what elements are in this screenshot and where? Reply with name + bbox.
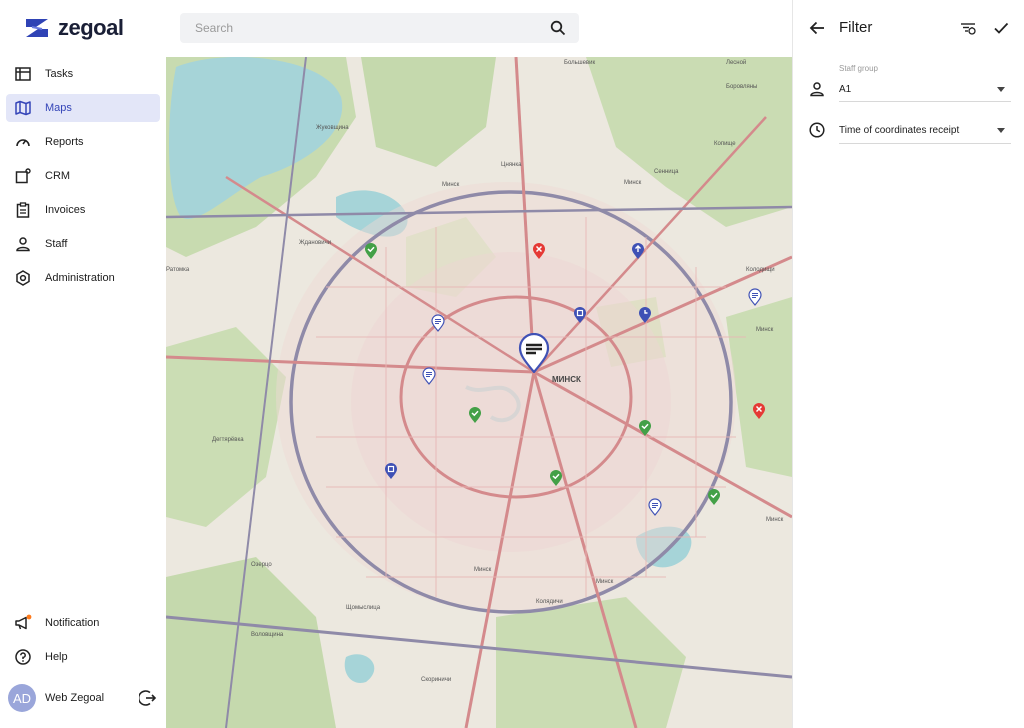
map-label-road-minsk: Минск — [474, 567, 492, 573]
map-label-bolshevik: Большевик — [564, 60, 596, 66]
user-name: Web Zegoal — [45, 692, 105, 704]
sidebar-item-notification[interactable]: Notification — [6, 609, 160, 637]
map-label-tsnyanka: Цнянка — [501, 162, 522, 168]
apply-check-icon[interactable] — [991, 18, 1011, 38]
search-input[interactable]: Search — [195, 21, 543, 35]
sidebar-item-reports[interactable]: Reports — [6, 128, 160, 156]
map-label-kopishche: Копище — [714, 141, 736, 147]
map-marker-done[interactable] — [468, 406, 482, 424]
logo[interactable]: zegoal — [22, 15, 124, 40]
sidebar-item-label: Invoices — [45, 204, 86, 216]
staff-group-select[interactable]: A1 — [839, 84, 851, 95]
map-label-volovshchina: Воловщина — [251, 632, 284, 638]
field-underline — [839, 101, 1011, 102]
logo-text: zegoal — [58, 15, 124, 40]
map-label-shchomyslitsa: Щомыслица — [346, 605, 381, 611]
sidebar-item-tasks[interactable]: Tasks — [6, 60, 160, 88]
bottom-nav: Notification Help — [6, 609, 160, 677]
map-label-ozertso: Озерцо — [251, 562, 272, 568]
map-label-kolodishchi: Колодищи — [746, 267, 775, 273]
map-label-borovlyany: Боровляны — [726, 84, 758, 90]
map-marker-done[interactable] — [549, 469, 563, 487]
gear-icon — [14, 269, 32, 287]
sidebar-item-label: Reports — [45, 136, 84, 148]
map-label-road-minsk: Минск — [756, 327, 774, 333]
sidebar-item-administration[interactable]: Administration — [6, 264, 160, 292]
map-marker-selected[interactable] — [518, 333, 550, 373]
chevron-down-icon[interactable] — [997, 87, 1005, 92]
map-marker-done[interactable] — [707, 488, 721, 506]
top-bar: Search — [166, 0, 792, 57]
zegoal-logo-icon — [26, 19, 48, 37]
map-label-lesnoy: Лесной — [726, 60, 747, 66]
filter-header: Filter — [793, 14, 1024, 42]
time-of-coordinates-field[interactable]: Time of coordinates receipt — [793, 118, 1024, 148]
map-marker-done[interactable] — [364, 242, 378, 260]
map-marker-cancelled[interactable] — [752, 402, 766, 420]
sidebar: zegoal Tasks Maps Reports CRM Invoices S… — [0, 0, 166, 728]
crm-icon — [14, 167, 32, 185]
map-label-degtyarevka: Дегтярёвка — [212, 437, 244, 443]
map-marker-pending[interactable] — [384, 462, 398, 480]
map-marker-message[interactable] — [431, 314, 445, 332]
field-underline — [839, 143, 1011, 144]
map-canvas[interactable] — [166, 57, 792, 728]
sidebar-item-maps[interactable]: Maps — [6, 94, 160, 122]
map-label-ratomka: Ратомка — [166, 267, 190, 273]
map-label-zhukovschina: Жуковщина — [316, 125, 349, 131]
map-marker-cancelled[interactable] — [532, 242, 546, 260]
map-label-skorinichi: Скориничи — [421, 677, 452, 683]
map-marker-message[interactable] — [648, 498, 662, 516]
map-marker-pending[interactable] — [573, 306, 587, 324]
sidebar-item-label: CRM — [45, 170, 71, 182]
map-label-road-minsk: Минск — [766, 517, 784, 523]
map-marker-schedule[interactable] — [638, 306, 652, 324]
sidebar-item-label: Staff — [45, 238, 68, 250]
map-view[interactable]: Лесной Боровляны Большевик Цнянка Сенниц… — [166, 57, 792, 728]
sidebar-item-label: Administration — [45, 272, 115, 284]
person-icon — [808, 80, 826, 98]
map-label-road-minsk: Минск — [442, 182, 460, 188]
sidebar-item-invoices[interactable]: Invoices — [6, 196, 160, 224]
map-marker-message[interactable] — [748, 288, 762, 306]
megaphone-icon — [14, 614, 32, 632]
main-nav: Tasks Maps Reports CRM Invoices Staff Ad… — [6, 60, 160, 298]
person-icon — [14, 235, 32, 253]
map-label-zhdanovichi: Ждановичи — [299, 240, 332, 246]
reset-filter-icon[interactable] — [958, 18, 978, 38]
user-profile[interactable]: AD Web Zegoal — [8, 683, 158, 713]
tasks-icon — [14, 65, 32, 83]
chevron-down-icon[interactable] — [997, 128, 1005, 133]
sidebar-item-crm[interactable]: CRM — [6, 162, 160, 190]
map-marker-message[interactable] — [422, 367, 436, 385]
search-bar[interactable]: Search — [180, 13, 579, 43]
map-label-road-minsk: Минск — [624, 180, 642, 186]
search-icon[interactable] — [543, 13, 573, 43]
clock-icon — [808, 121, 826, 139]
back-arrow-icon[interactable] — [807, 18, 827, 38]
sidebar-item-help[interactable]: Help — [6, 643, 160, 671]
filter-title: Filter — [839, 19, 873, 36]
map-icon — [14, 99, 32, 117]
clipboard-icon — [14, 201, 32, 219]
sidebar-item-label: Maps — [45, 102, 72, 114]
staff-group-field[interactable]: Staff group A1 — [793, 60, 1024, 105]
map-marker-up[interactable] — [631, 242, 645, 260]
gauge-icon — [14, 133, 32, 151]
avatar[interactable]: AD — [8, 684, 36, 712]
sidebar-item-staff[interactable]: Staff — [6, 230, 160, 258]
staff-group-label: Staff group — [839, 64, 878, 73]
map-label-road-minsk: Минск — [596, 579, 614, 585]
sidebar-item-label: Notification — [45, 617, 100, 629]
map-marker-done[interactable] — [638, 419, 652, 437]
sidebar-item-label: Help — [45, 651, 68, 663]
map-label-kolyadichi: Колядичи — [536, 599, 563, 605]
filter-panel: Filter Staff group A1 Time of coordinate… — [792, 0, 1024, 728]
logout-icon[interactable] — [138, 688, 158, 708]
help-icon — [14, 648, 32, 666]
map-label-minsk: МИНСК — [552, 375, 581, 384]
sidebar-item-label: Tasks — [45, 68, 74, 80]
map-label-sennitsa: Сенница — [654, 169, 679, 175]
time-of-coordinates-select[interactable]: Time of coordinates receipt — [839, 125, 959, 136]
